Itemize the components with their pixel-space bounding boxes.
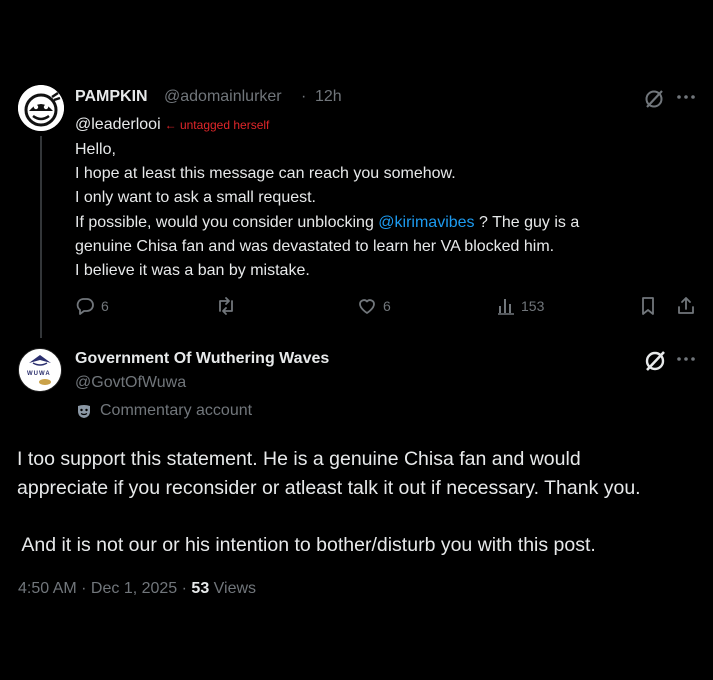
avatar[interactable]: WUWA [18,348,62,392]
share-button[interactable] [676,296,702,316]
post-line-text: If possible, would you consider unblocki… [75,213,379,231]
pumpkin-avatar-icon [18,85,64,131]
post-time[interactable]: 12h [315,88,342,106]
like-button[interactable]: 6 [357,296,391,316]
reply-button[interactable]: 6 [75,296,109,316]
views-count: 53 [191,580,210,597]
commentary-mask-icon [78,405,90,418]
grok-icon[interactable] [643,88,665,115]
post-line: genuine Chisa fan and was devastated to … [75,237,555,255]
govt-logo-icon [19,349,61,391]
bookmark-icon [642,297,654,315]
author-handle[interactable]: @GovtOfWuwa [75,374,186,392]
timestamp[interactable]: 4:50 AM · Dec 1, 2025 · [18,580,191,597]
mention-kirimavibes[interactable]: @kirimavibes [378,214,474,231]
post-line: I too support this statement. He is a ge… [17,448,581,470]
grok-icon[interactable] [643,349,667,378]
separator: · [301,88,307,105]
account-label-text: Commentary account [100,402,253,419]
mention-line: @leaderlooi ← untagged herself [75,116,269,134]
heart-icon [359,299,375,314]
post-line: I believe it was a ban by mistake. [75,262,310,280]
views-chart-icon [498,299,514,315]
post-meta: 4:50 AM · Dec 1, 2025 · 53 Views [18,580,256,598]
thread-line [40,136,42,338]
views-count: 153 [521,298,545,314]
post-line-text: ? The guy is a [474,213,580,231]
avatar-text: WUWA [27,371,51,377]
mention-leaderlooi[interactable]: @leaderlooi [75,116,161,133]
post-line [17,502,707,531]
views-label: Views [209,580,257,597]
bookmark-button[interactable] [639,296,663,316]
post-line: If possible, would you consider unblocki… [75,211,685,235]
avatar[interactable] [18,85,64,131]
more-options-icon[interactable] [676,87,696,112]
author-name[interactable]: PAMPKIN [75,88,148,106]
more-options-icon[interactable] [676,349,696,374]
post-line: Hello, [75,141,116,158]
repost-button[interactable] [215,296,243,316]
post-line: And it is not our or his intention to bo… [17,533,596,556]
like-count: 6 [383,298,391,314]
repost-icon [219,297,233,315]
account-label: Commentary account [76,402,252,420]
share-icon [678,297,694,314]
post-text: Hello, I hope at least this message can … [75,138,685,283]
reply-count: 6 [101,298,109,314]
author-handle[interactable]: @adomainlurker [164,88,282,106]
untag-annotation: ← untagged herself [164,118,270,132]
views-button[interactable]: 153 [497,296,544,316]
post-text: I too support this statement. He is a ge… [17,445,707,559]
post-line: appreciate if you reconsider or atleast … [17,476,641,499]
reply-icon [76,298,94,315]
author-name[interactable]: Government Of Wuthering Waves [75,350,329,368]
post-line: I hope at least this message can reach y… [75,165,456,183]
post-line: I only want to ask a small request. [75,189,316,207]
